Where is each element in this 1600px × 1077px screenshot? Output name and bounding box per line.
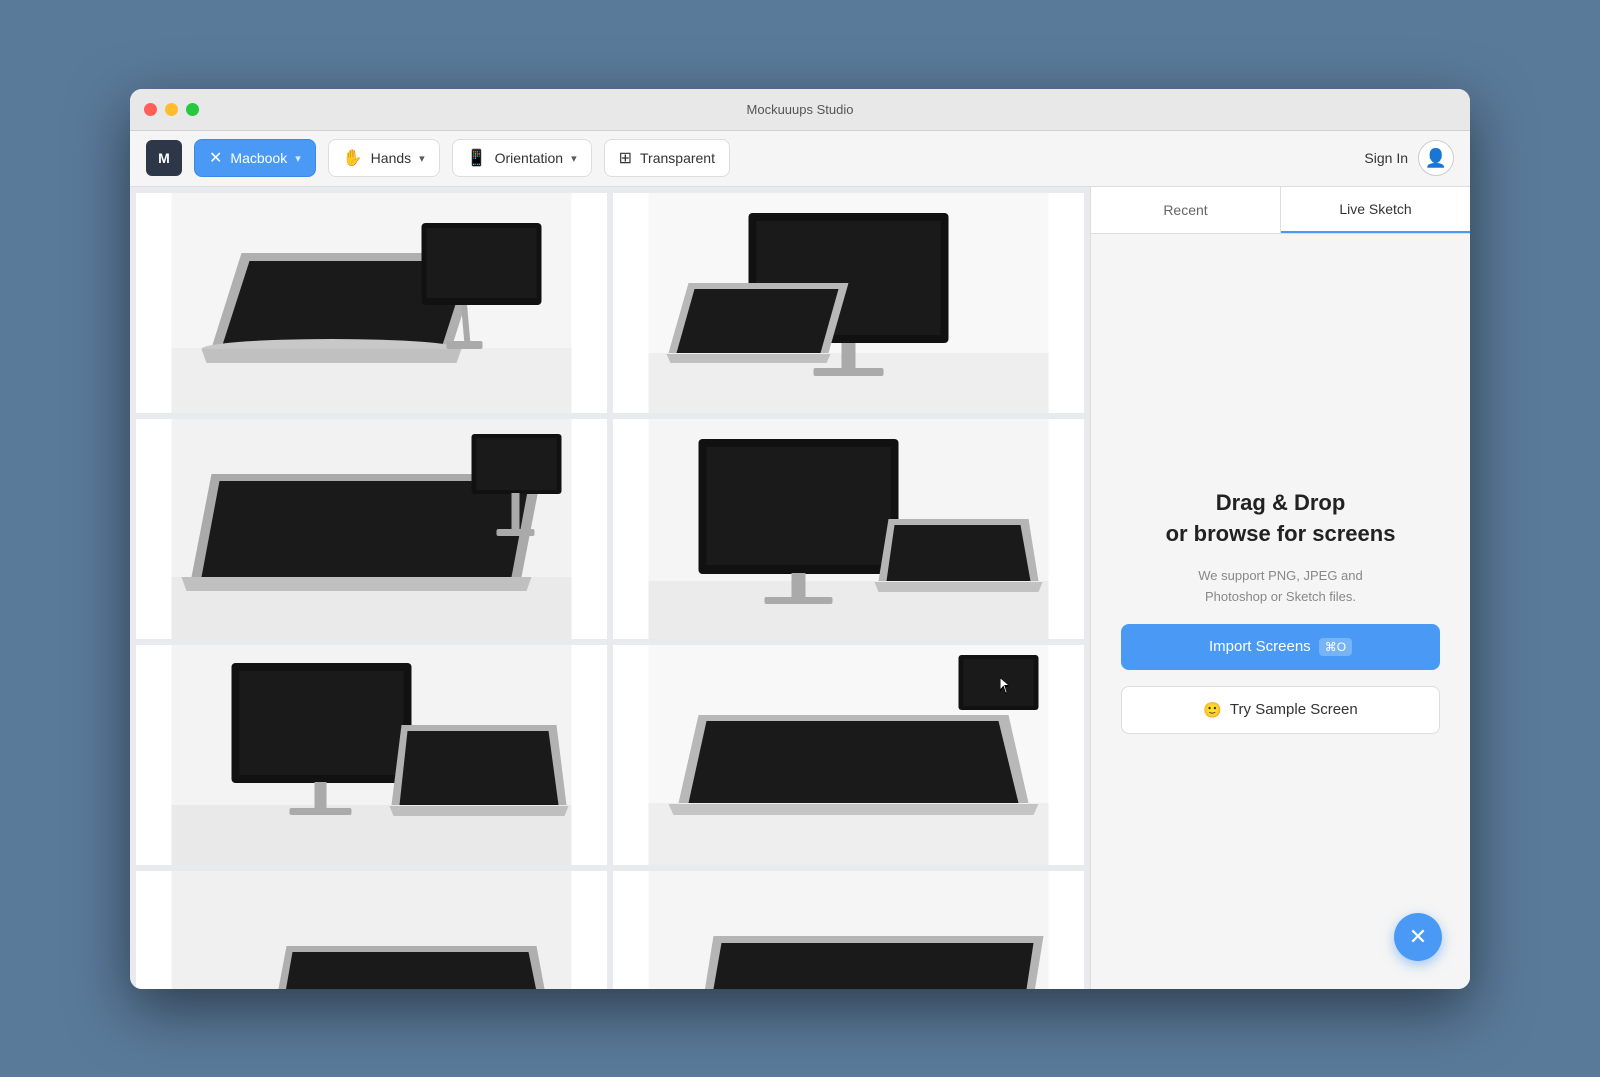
mockup-cell-2[interactable]	[613, 193, 1084, 413]
mockup-cell-5[interactable]	[136, 645, 607, 865]
mockup-svg-8	[613, 871, 1084, 989]
avatar-button[interactable]: 👤	[1418, 140, 1454, 176]
window-title: Mockuuups Studio	[747, 102, 854, 117]
main-area: Recent Live Sketch Drag & Dropor browse …	[130, 187, 1470, 989]
maximize-button[interactable]	[186, 103, 199, 116]
mockup-panel[interactable]	[130, 187, 1090, 989]
mockup-cell-4[interactable]	[613, 419, 1084, 639]
minimize-button[interactable]	[165, 103, 178, 116]
tab-live-sketch[interactable]: Live Sketch	[1281, 187, 1470, 233]
avatar-icon: 👤	[1425, 148, 1447, 169]
macbook-dropdown[interactable]: ✕ Macbook ▾	[194, 139, 316, 177]
toolbar: M ✕ Macbook ▾ ✋ Hands ▾ 📱 Orientation ▾ …	[130, 131, 1470, 187]
import-shortcut: ⌘O	[1319, 638, 1352, 656]
mockup-cell-7[interactable]	[136, 871, 607, 989]
macbook-label: Macbook	[230, 150, 287, 166]
mockup-cell-6[interactable]	[613, 645, 1084, 865]
mockup-svg-7	[136, 871, 607, 989]
orientation-chevron-icon: ▾	[571, 152, 577, 165]
orientation-label: Orientation	[495, 150, 563, 166]
mockup-svg-4	[613, 419, 1084, 639]
transparent-label: Transparent	[640, 150, 715, 166]
mockup-svg-1	[136, 193, 607, 413]
transparent-icon: ⊞	[619, 148, 632, 168]
transparent-dropdown[interactable]: ⊞ Transparent	[604, 139, 730, 177]
mockup-svg-5	[136, 645, 607, 865]
fab-button[interactable]: ✕	[1394, 913, 1442, 961]
sample-label: Try Sample Screen	[1230, 701, 1358, 718]
hands-dropdown[interactable]: ✋ Hands ▾	[328, 139, 440, 177]
try-sample-button[interactable]: 🙂 Try Sample Screen	[1121, 686, 1440, 734]
signin-area: Sign In 👤	[1364, 140, 1454, 176]
fab-icon: ✕	[1409, 924, 1427, 950]
drop-title: Drag & Dropor browse for screens	[1166, 488, 1396, 550]
drop-subtitle: We support PNG, JPEG andPhotoshop or Ske…	[1198, 566, 1363, 608]
mockup-cell-8[interactable]	[613, 871, 1084, 989]
orientation-dropdown[interactable]: 📱 Orientation ▾	[452, 139, 592, 177]
hands-label: Hands	[371, 150, 411, 166]
tab-recent[interactable]: Recent	[1091, 187, 1281, 233]
orientation-icon: 📱	[467, 148, 487, 168]
mockup-svg-2	[613, 193, 1084, 413]
mockup-svg-3	[136, 419, 607, 639]
macbook-close-icon: ✕	[209, 148, 222, 168]
titlebar: Mockuuups Studio	[130, 89, 1470, 131]
right-panel: Recent Live Sketch Drag & Dropor browse …	[1090, 187, 1470, 989]
mockup-grid	[136, 193, 1084, 989]
panel-tabs: Recent Live Sketch	[1091, 187, 1470, 234]
mockup-cell-3[interactable]	[136, 419, 607, 639]
mockup-svg-6	[613, 645, 1084, 865]
import-screens-button[interactable]: Import Screens ⌘O	[1121, 624, 1440, 670]
macbook-chevron-icon: ▾	[295, 152, 301, 165]
hands-icon: ✋	[343, 148, 363, 168]
sample-emoji-icon: 🙂	[1203, 701, 1222, 719]
app-window: Mockuuups Studio M ✕ Macbook ▾ ✋ Hands ▾…	[130, 89, 1470, 989]
logo-button[interactable]: M	[146, 140, 182, 176]
hands-chevron-icon: ▾	[419, 152, 425, 165]
mockup-cell-1[interactable]	[136, 193, 607, 413]
signin-link[interactable]: Sign In	[1364, 150, 1408, 166]
import-label: Import Screens	[1209, 638, 1311, 655]
drop-zone[interactable]: Drag & Dropor browse for screens We supp…	[1091, 234, 1470, 989]
close-button[interactable]	[144, 103, 157, 116]
window-controls	[144, 103, 199, 116]
